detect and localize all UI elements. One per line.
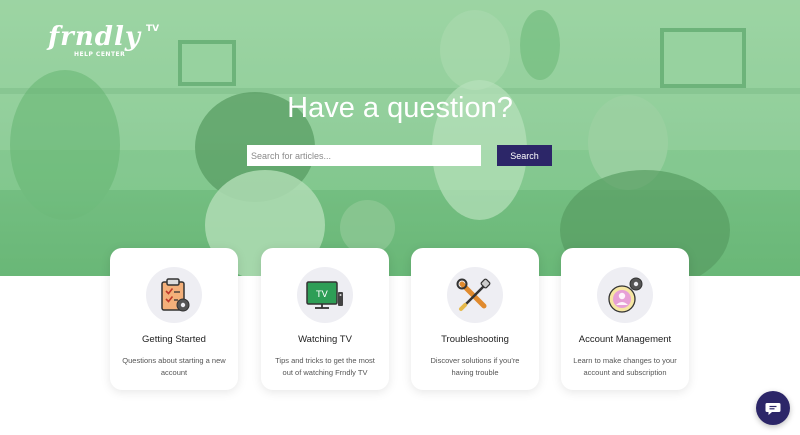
category-title: Watching TV [298, 334, 352, 345]
category-card-account-management[interactable]: Account Management Learn to make changes… [561, 248, 689, 390]
frndly-tv-logo[interactable]: frndly TV HELP CENTER [48, 24, 168, 64]
category-icon-background [447, 267, 503, 323]
search-button[interactable]: Search [497, 145, 552, 166]
wrench-screwdriver-icon [456, 278, 491, 311]
svg-text:TV: TV [315, 290, 328, 300]
category-title: Account Management [578, 334, 672, 345]
category-description: Questions about starting a new account [122, 356, 226, 377]
user-settings-icon [608, 277, 643, 313]
category-description: Discover solutions if you're having trou… [430, 356, 520, 377]
chat-launcher-button[interactable] [756, 391, 790, 425]
category-icon-background: TV [297, 267, 353, 323]
category-description: Learn to make changes to your account an… [573, 356, 677, 377]
category-title: Troubleshooting [441, 334, 509, 345]
search-input[interactable] [247, 145, 481, 166]
category-icon-background [597, 267, 653, 323]
category-card-watching-tv[interactable]: TV Watching TV Tips and tricks to get th… [261, 248, 389, 390]
hero-headline: Have a question? [287, 92, 513, 124]
category-icon-background [146, 267, 202, 323]
tv-icon: TV [306, 281, 343, 309]
chat-bubble-icon [765, 403, 781, 415]
category-description: Tips and tricks to get the most out of w… [275, 356, 375, 377]
category-card-troubleshooting[interactable]: Troubleshooting Discover solutions if yo… [411, 248, 539, 390]
category-title: Getting Started [142, 334, 206, 345]
clipboard-checklist-icon [161, 278, 190, 312]
logo-subtitle: HELP CENTER [74, 51, 126, 58]
category-card-getting-started[interactable]: Getting Started Questions about starting… [110, 248, 238, 390]
logo-tv-mark: TV [146, 24, 160, 34]
